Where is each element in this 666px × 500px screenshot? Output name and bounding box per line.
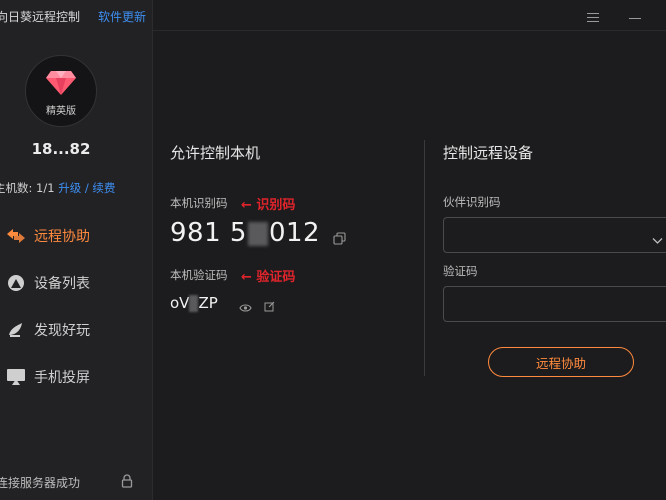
nav-item-device-list[interactable]: 设备列表 bbox=[6, 271, 146, 295]
menu-icon[interactable] bbox=[586, 8, 600, 27]
redacted-mask bbox=[247, 221, 268, 246]
avatar[interactable]: 精英版 bbox=[25, 55, 97, 127]
upgrade-link[interactable]: 升级 / 续费 bbox=[58, 181, 115, 195]
nav-item-remote-assist[interactable]: 远程协助 bbox=[6, 224, 146, 248]
nav-item-label: 发现好玩 bbox=[34, 323, 90, 339]
device-list-icon bbox=[6, 273, 26, 293]
nav-item-label: 设备列表 bbox=[34, 276, 90, 292]
verify-code-part: ZP bbox=[198, 294, 218, 312]
verify-code-part: oV bbox=[170, 294, 190, 312]
id-annotation: ← 识别码 bbox=[241, 198, 296, 213]
eye-icon[interactable] bbox=[239, 298, 252, 317]
nav-item-screen-cast[interactable]: 手机投屏 bbox=[6, 365, 146, 389]
local-verify-label: 本机验证码 bbox=[170, 268, 228, 282]
local-verify-code: oV ZP bbox=[170, 294, 218, 312]
local-id-label: 本机识别码 bbox=[170, 196, 228, 210]
allow-control-title: 允许控制本机 bbox=[170, 144, 261, 162]
chevron-down-icon[interactable] bbox=[652, 230, 663, 249]
screen-cast-icon bbox=[6, 367, 26, 387]
nav-item-discover[interactable]: 发现好玩 bbox=[6, 318, 146, 342]
partner-id-label: 伙伴识别码 bbox=[443, 195, 501, 209]
software-update-link[interactable]: 软件更新 bbox=[98, 8, 146, 25]
discover-icon bbox=[6, 320, 26, 340]
local-id-code: 981 5 012 bbox=[170, 218, 320, 248]
local-id-part: 012 bbox=[268, 218, 321, 248]
redacted-mask bbox=[189, 295, 199, 312]
diamond-icon bbox=[46, 71, 76, 95]
remote-assist-icon bbox=[6, 226, 26, 246]
host-count: 主机数: 1/1 升级 / 续费 bbox=[0, 180, 115, 196]
host-count-label: 主机数: 1/1 bbox=[0, 181, 55, 195]
nav-item-label: 手机投屏 bbox=[34, 370, 90, 386]
edit-icon[interactable] bbox=[264, 297, 275, 316]
title-bar-divider bbox=[153, 30, 666, 31]
partner-id-input[interactable] bbox=[443, 217, 666, 253]
remote-verify-label: 验证码 bbox=[443, 264, 478, 278]
panel-divider bbox=[424, 140, 425, 376]
nav-item-label: 远程协助 bbox=[34, 229, 90, 245]
verify-annotation: ← 验证码 bbox=[241, 270, 296, 285]
lock-icon[interactable] bbox=[121, 473, 133, 492]
edition-badge: 精英版 bbox=[46, 106, 76, 117]
user-id: 18...82 bbox=[31, 140, 91, 158]
local-id-part: 981 5 bbox=[170, 218, 247, 248]
remote-verify-input[interactable] bbox=[443, 286, 666, 322]
remote-assist-button[interactable]: 远程协助 bbox=[488, 347, 634, 377]
copy-icon[interactable] bbox=[333, 230, 346, 249]
connection-status: 连接服务器成功 bbox=[0, 476, 81, 490]
control-remote-title: 控制远程设备 bbox=[443, 144, 534, 162]
minimize-icon[interactable] bbox=[628, 8, 642, 27]
sidebar: 向日葵远程控制 软件更新 精英版 18...82 主机数: 1/1 升级 / 续… bbox=[0, 0, 153, 500]
app-title: 向日葵远程控制 bbox=[0, 10, 81, 24]
